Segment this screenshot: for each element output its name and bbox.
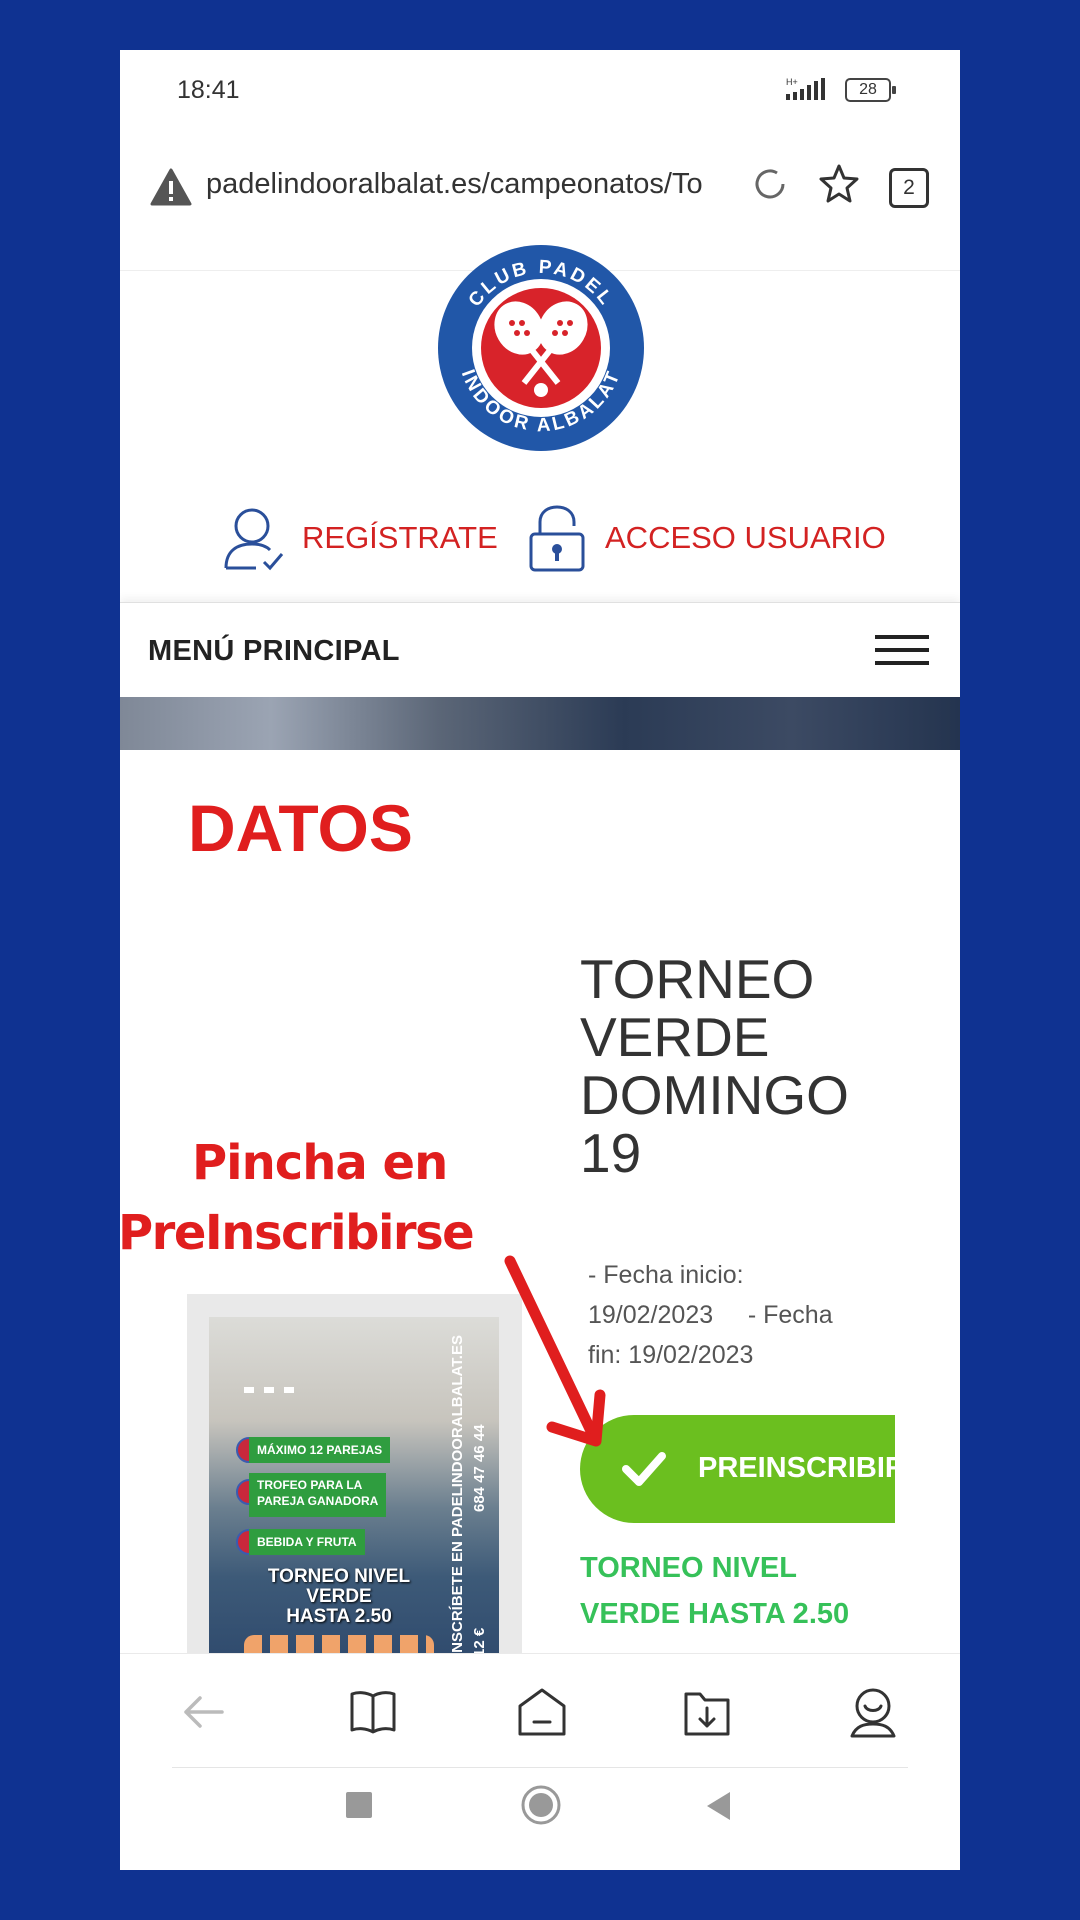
signal-icon: H+ — [786, 77, 825, 100]
recent-apps-icon[interactable] — [344, 1790, 374, 1820]
phone-screen: 18:41 H+ 28 padelindooralbalat.es/campeo… — [120, 50, 960, 1870]
tournament-title-line: TORNEO — [580, 948, 815, 1010]
tournament-title-line: VERDE — [580, 1006, 770, 1068]
back-arrow-icon[interactable] — [182, 1682, 226, 1742]
status-time: 18:41 — [177, 76, 240, 104]
main-menu-bar[interactable]: MENÚ PRINCIPAL — [120, 602, 960, 698]
download-icon[interactable] — [682, 1682, 732, 1742]
annotation-line: Pincha en — [192, 1135, 448, 1191]
annotation-line: PreInscribirse — [120, 1205, 475, 1261]
padlock-icon[interactable] — [526, 504, 588, 574]
dates-line: fin: 19/02/2023 — [588, 1341, 754, 1369]
check-icon — [622, 1452, 666, 1486]
tab-count-button[interactable]: 2 — [889, 168, 929, 208]
warning-icon[interactable] — [150, 168, 192, 206]
poster-light — [284, 1387, 294, 1393]
battery-indicator: 28 — [845, 78, 896, 102]
poster-title-line: TORNEO NIVEL — [267, 1566, 411, 1587]
nav-divider — [172, 1767, 908, 1768]
user-register-icon[interactable] — [220, 504, 288, 574]
star-icon[interactable] — [817, 162, 861, 206]
profile-icon[interactable] — [848, 1682, 898, 1742]
status-bar: 18:41 H+ 28 — [120, 50, 960, 130]
poster-tag: BEBIDA Y FRUTA — [249, 1529, 365, 1555]
home-icon[interactable] — [515, 1682, 569, 1742]
hamburger-menu-icon[interactable] — [875, 633, 929, 667]
annotation-arrow-icon — [504, 1255, 606, 1447]
tournament-title-line: DOMINGO — [580, 1064, 849, 1126]
section-title: DATOS — [188, 791, 413, 865]
url-field[interactable]: padelindooralbalat.es/campeonatos/To — [206, 168, 726, 201]
network-label: H+ — [786, 77, 798, 87]
level-line: VERDE HASTA 2.50 — [580, 1598, 850, 1630]
home-button-icon[interactable] — [520, 1784, 562, 1826]
header-banner-image — [120, 697, 960, 750]
register-link[interactable]: REGÍSTRATE — [302, 520, 498, 556]
poster-title: TORNEO NIVEL VERDE HASTA 2.50 — [239, 1567, 439, 1627]
preregister-button-label: PREINSCRIBIRSE — [698, 1452, 895, 1484]
back-button-icon[interactable] — [704, 1790, 734, 1822]
poster-title-line: VERDE — [306, 1586, 372, 1607]
login-link[interactable]: ACCESO USUARIO — [605, 520, 886, 556]
preregister-button[interactable]: PREINSCRIBIRSE — [580, 1415, 895, 1523]
tournament-dates: - Fecha inicio: 19/02/2023 - Fecha fin: … — [588, 1255, 888, 1375]
book-icon[interactable] — [348, 1682, 398, 1742]
tournament-title-line: 19 — [580, 1122, 642, 1184]
poster-light — [264, 1387, 274, 1393]
reload-icon[interactable] — [750, 164, 790, 204]
poster-light — [244, 1387, 254, 1393]
level-line: TORNEO NIVEL — [580, 1552, 797, 1584]
dates-line: 19/02/2023 - Fecha — [588, 1301, 833, 1329]
browser-bottom-nav — [120, 1653, 960, 1870]
dates-line: - Fecha inicio: — [588, 1261, 744, 1289]
club-logo[interactable]: CLUB PADEL INDOOR ALBALAT — [436, 243, 646, 453]
main-menu-label: MENÚ PRINCIPAL — [148, 635, 400, 667]
account-links: REGÍSTRATE ACCESO USUARIO — [120, 500, 960, 580]
poster-title-line: HASTA 2.50 — [286, 1606, 392, 1627]
tournament-level: TORNEO NIVEL VERDE HASTA 2.50 — [580, 1545, 900, 1637]
tournament-title: TORNEO VERDE DOMINGO 19 — [580, 950, 880, 1182]
